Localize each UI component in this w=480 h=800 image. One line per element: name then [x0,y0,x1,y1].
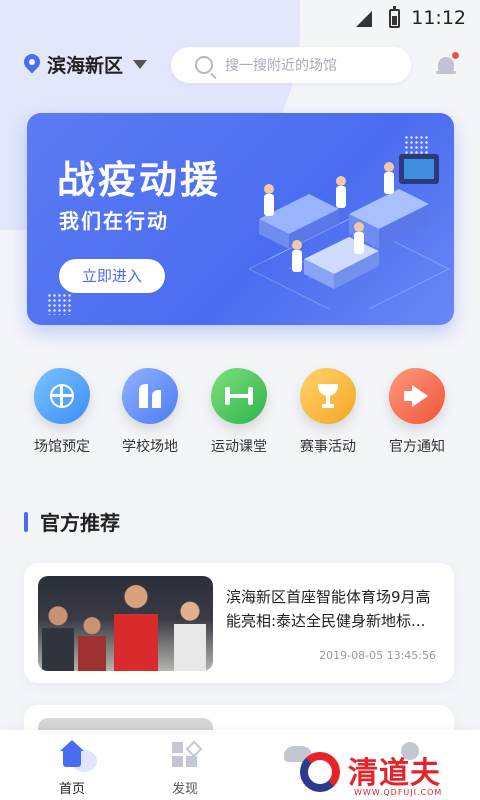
category-grid: 场馆预定 学校场地 运动课堂 赛事活动 官方通知 [0,368,480,458]
section-accent-bar [24,511,28,532]
signal-icon [356,11,372,27]
category-label: 赛事活动 [300,439,356,455]
location-selector[interactable]: 滨海新区 [24,51,148,78]
category-label: 运动课堂 [211,439,267,455]
location-name: 滨海新区 [47,55,124,77]
megaphone-icon [389,368,445,424]
news-title: 滨海新区首座智能体育场9月高能亮相:泰达全民健身新地标... [226,588,431,630]
banner-subtitle: 我们在行动 [59,209,169,233]
watermark-q-icon [300,752,340,792]
basketball-icon [34,368,90,424]
banner-title: 战疫动援 [57,158,222,202]
search-input[interactable]: 搜一搜附近的场馆 [171,47,411,83]
search-placeholder: 搜一搜附近的场馆 [225,58,337,74]
location-pin-icon [24,54,40,76]
nav-label: 发现 [171,782,198,797]
status-time: 11:12 [411,7,466,29]
school-icon [122,368,178,424]
banner-enter-button[interactable]: 立即进入 [59,259,165,293]
watermark-logo: 清道夫 WWW.QDFUJI.COM [298,748,480,800]
category-official-notice[interactable]: 官方通知 [377,368,457,456]
trophy-icon [300,368,356,424]
header: 滨海新区 搜一搜附近的场馆 [0,45,480,89]
watermark-url: WWW.QDFUJI.COM [354,788,443,797]
status-bar: 11:12 [0,0,480,38]
nav-home[interactable]: 首页 [32,740,112,797]
category-venue-booking[interactable]: 场馆预定 [22,368,102,456]
category-sports-class[interactable]: 运动课堂 [199,368,279,456]
home-icon [57,740,97,772]
chevron-down-icon [133,60,148,69]
medical-lab-illustration [249,154,449,309]
category-school-venue[interactable]: 学校场地 [110,368,190,456]
category-label: 学校场地 [122,439,178,455]
section-title: 官方推荐 [40,511,120,535]
notification-dot [452,52,459,59]
decorative-dots [47,293,73,315]
category-label: 场馆预定 [34,439,90,455]
notification-bell-icon[interactable] [436,52,459,75]
news-timestamp: 2019-08-05 13:45:56 [319,649,436,662]
promo-banner[interactable]: 战疫动援 我们在行动 立即进入 [27,113,454,325]
dumbbell-icon [211,368,267,424]
category-label: 官方通知 [389,439,445,455]
search-icon [195,56,213,74]
nav-label: 首页 [58,782,85,797]
battery-icon [389,6,400,28]
section-header: 官方推荐 [24,507,120,536]
news-card[interactable]: 滨海新区首座智能体育场9月高能亮相:泰达全民健身新地标... 2019-08-0… [24,563,454,683]
category-events[interactable]: 赛事活动 [288,368,368,456]
nav-discover[interactable]: 发现 [145,740,225,797]
watermark-text: 清道夫 [348,756,441,791]
news-thumbnail [38,576,213,671]
discover-icon [170,740,200,770]
